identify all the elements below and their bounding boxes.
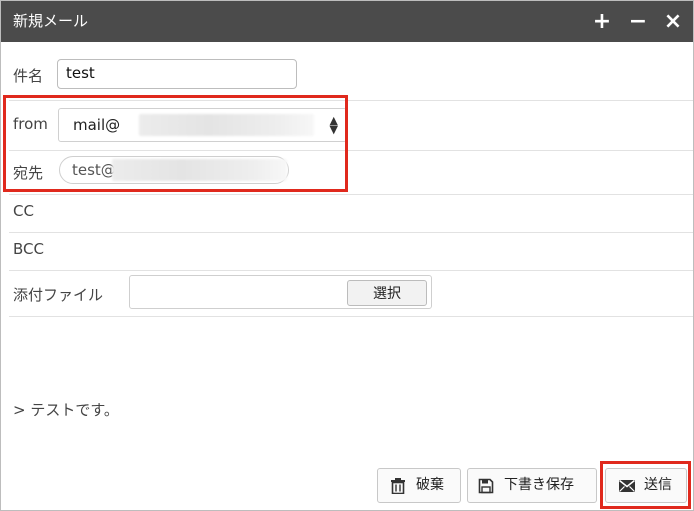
cc-label: CC (13, 202, 34, 220)
from-label: from (13, 115, 48, 133)
envelope-icon (619, 479, 635, 492)
save-draft-label: 下書き保存 (504, 477, 574, 493)
floppy-disk-icon (478, 478, 494, 494)
close-icon[interactable]: × (661, 1, 685, 42)
attachment-label: 添付ファイル (13, 286, 104, 304)
subject-input[interactable]: test (57, 59, 297, 89)
message-body[interactable]: > テストです。 (13, 399, 119, 420)
to-label: 宛先 (13, 164, 44, 182)
cc-row[interactable]: CC (9, 194, 693, 233)
select-file-button[interactable]: 選択 (347, 280, 427, 306)
minimize-icon[interactable]: − (626, 1, 650, 42)
window-title: 新規メール (13, 12, 89, 30)
from-value: mail@ (73, 116, 121, 134)
compose-window: 新規メール + − × 件名 test from mail@ ▲ ▼ 宛先 tes… (0, 0, 694, 511)
redacted-blur (139, 114, 314, 136)
send-label: 送信 (644, 477, 672, 493)
redacted-blur (112, 159, 287, 181)
from-select[interactable]: mail@ ▲ ▼ (58, 108, 347, 142)
trash-icon (391, 478, 405, 494)
attachment-field[interactable]: 選択 (129, 275, 432, 309)
discard-label: 破棄 (416, 477, 444, 493)
select-arrows-icon: ▲ ▼ (329, 114, 338, 136)
send-button[interactable]: 送信 (605, 468, 687, 503)
bcc-row[interactable]: BCC (9, 232, 693, 271)
title-bar: 新規メール + − × (1, 1, 693, 42)
subject-label: 件名 (13, 67, 44, 85)
discard-button[interactable]: 破棄 (377, 468, 461, 503)
recipient-chip[interactable]: test@ (59, 156, 289, 184)
add-icon[interactable]: + (590, 1, 614, 42)
recipient-chip-text: test@ (72, 161, 116, 179)
bcc-label: BCC (13, 240, 44, 258)
save-draft-button[interactable]: 下書き保存 (467, 468, 597, 503)
